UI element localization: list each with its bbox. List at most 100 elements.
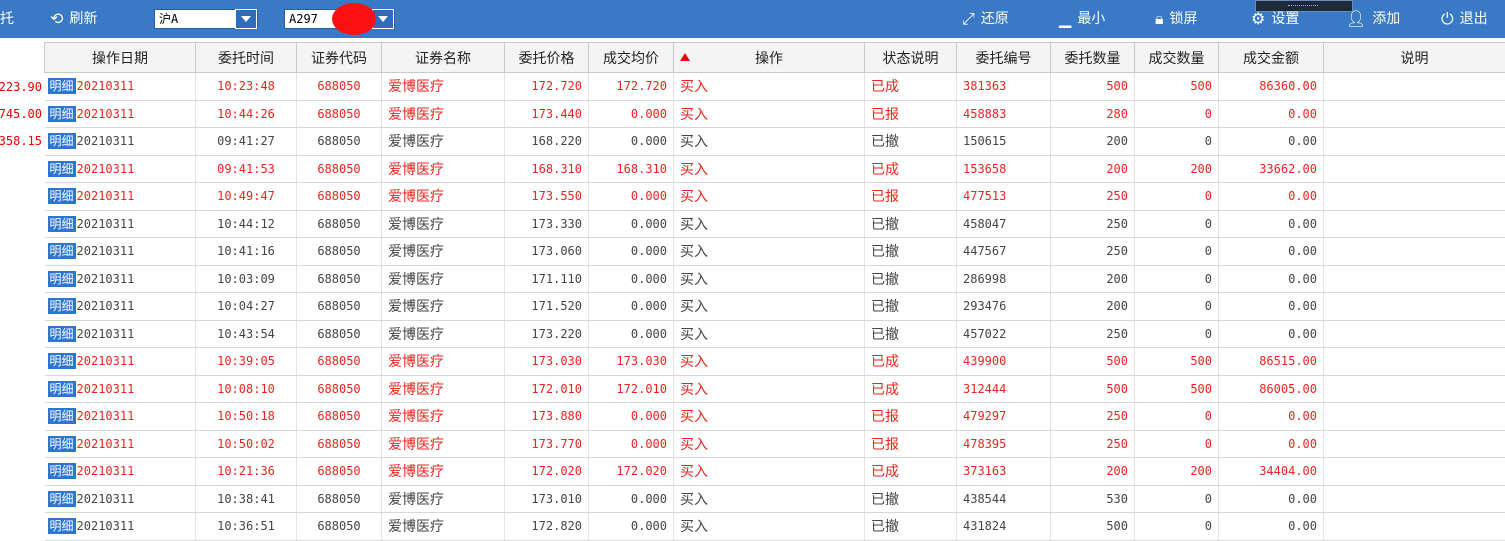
minimize-button[interactable]: ▁最小 bbox=[1059, 0, 1105, 38]
detail-button[interactable]: 明细 bbox=[48, 353, 76, 369]
column-header[interactable]: 委托编号 bbox=[957, 43, 1051, 73]
column-header[interactable]: 委托数量 bbox=[1051, 43, 1135, 73]
column-header[interactable]: 操作日期 bbox=[45, 43, 196, 73]
deal-quantity: 0 bbox=[1135, 210, 1219, 238]
security-code: 688050 bbox=[297, 375, 382, 403]
add-button[interactable]: 👤︎添加 bbox=[1346, 0, 1400, 38]
refresh-button[interactable]: ⟲刷新 bbox=[50, 0, 97, 38]
table-row[interactable]: 明细2021031110:39:05688050爱博医疗173.030173.0… bbox=[45, 348, 1505, 376]
chevron-down-icon[interactable] bbox=[235, 9, 257, 29]
order-time: 10:38:41 bbox=[196, 485, 297, 513]
deal-amount: 0.00 bbox=[1219, 320, 1324, 348]
order-number: 457022 bbox=[957, 320, 1051, 348]
order-price: 173.770 bbox=[505, 430, 589, 458]
column-header[interactable]: 成交金额 bbox=[1219, 43, 1324, 73]
left-value: 745.00 bbox=[0, 107, 42, 121]
column-header[interactable]: 委托价格 bbox=[505, 43, 589, 73]
lock-screen-button[interactable]: 🔒︎锁屏 bbox=[1155, 0, 1198, 38]
average-price: 0.000 bbox=[589, 293, 674, 321]
table-row[interactable]: 明细2021031110:43:54688050爱博医疗173.2200.000… bbox=[45, 320, 1505, 348]
table-row[interactable]: 明细2021031110:21:36688050爱博医疗172.020172.0… bbox=[45, 458, 1505, 486]
security-name: 爱博医疗 bbox=[382, 293, 505, 321]
order-time: 10:43:54 bbox=[196, 320, 297, 348]
table-row[interactable]: 明细2021031110:50:02688050爱博医疗173.7700.000… bbox=[45, 430, 1505, 458]
detail-button[interactable]: 明细 bbox=[48, 518, 76, 534]
operation: 买入 bbox=[674, 485, 865, 513]
detail-button[interactable]: 明细 bbox=[48, 326, 76, 342]
market-select[interactable]: 沪A bbox=[154, 9, 258, 29]
table-row[interactable]: 明细2021031110:49:47688050爱博医疗173.5500.000… bbox=[45, 183, 1505, 211]
exit-button[interactable]: ⏻退出 bbox=[1441, 0, 1488, 38]
detail-button[interactable]: 明细 bbox=[48, 243, 76, 259]
table-row[interactable]: 明细2021031110:38:41688050爱博医疗173.0100.000… bbox=[45, 485, 1505, 513]
order-time: 10:23:48 bbox=[196, 73, 297, 101]
detail-button[interactable]: 明细 bbox=[48, 298, 76, 314]
settings-button[interactable]: ⚙设置 bbox=[1251, 0, 1299, 38]
orders-table: 操作日期 委托时间 证券代码 证券名称 委托价格 成交均价 操作 状态说明 委托… bbox=[44, 42, 1505, 541]
order-number: 381363 bbox=[957, 73, 1051, 101]
order-date: 20210311 bbox=[77, 189, 135, 203]
remark bbox=[1324, 265, 1505, 293]
column-header[interactable]: 说明 bbox=[1324, 43, 1505, 73]
detail-button[interactable]: 明细 bbox=[48, 106, 76, 122]
order-price: 172.010 bbox=[505, 375, 589, 403]
order-date-cell: 明细20210311 bbox=[45, 238, 196, 266]
detail-button[interactable]: 明细 bbox=[48, 161, 76, 177]
column-header[interactable]: 证券名称 bbox=[382, 43, 505, 73]
security-name: 爱博医疗 bbox=[382, 73, 505, 101]
power-icon: ⏻ bbox=[1441, 0, 1454, 38]
security-name: 爱博医疗 bbox=[382, 458, 505, 486]
detail-button[interactable]: 明细 bbox=[48, 381, 76, 397]
column-header-sorted[interactable]: 操作 bbox=[674, 43, 865, 73]
detail-button[interactable]: 明细 bbox=[48, 188, 76, 204]
detail-button[interactable]: 明细 bbox=[48, 408, 76, 424]
remark bbox=[1324, 183, 1505, 211]
order-date-cell: 明细20210311 bbox=[45, 73, 196, 101]
column-header[interactable]: 委托时间 bbox=[196, 43, 297, 73]
column-header[interactable]: 成交均价 bbox=[589, 43, 674, 73]
deal-quantity: 0 bbox=[1135, 238, 1219, 266]
table-row[interactable]: 明细2021031110:08:10688050爱博医疗172.010172.0… bbox=[45, 375, 1505, 403]
security-name: 爱博医疗 bbox=[382, 320, 505, 348]
security-name: 爱博医疗 bbox=[382, 100, 505, 128]
order-time: 10:49:47 bbox=[196, 183, 297, 211]
table-row[interactable]: 明细2021031110:41:16688050爱博医疗173.0600.000… bbox=[45, 238, 1505, 266]
deal-quantity: 500 bbox=[1135, 348, 1219, 376]
deal-quantity: 500 bbox=[1135, 73, 1219, 101]
security-code: 688050 bbox=[297, 100, 382, 128]
detail-button[interactable]: 明细 bbox=[48, 133, 76, 149]
column-header[interactable]: 状态说明 bbox=[865, 43, 957, 73]
table-row[interactable]: 明细2021031110:44:26688050爱博医疗173.4400.000… bbox=[45, 100, 1505, 128]
detail-button[interactable]: 明细 bbox=[48, 491, 76, 507]
order-price: 173.220 bbox=[505, 320, 589, 348]
status: 已撤 bbox=[865, 320, 957, 348]
detail-button[interactable]: 明细 bbox=[48, 78, 76, 94]
security-code: 688050 bbox=[297, 320, 382, 348]
deal-quantity: 0 bbox=[1135, 183, 1219, 211]
detail-button[interactable]: 明细 bbox=[48, 463, 76, 479]
detail-button[interactable]: 明细 bbox=[48, 216, 76, 232]
add-label: 添加 bbox=[1372, 11, 1400, 27]
table-row[interactable]: 明细2021031109:41:53688050爱博医疗168.310168.3… bbox=[45, 155, 1505, 183]
column-header[interactable]: 证券代码 bbox=[297, 43, 382, 73]
remark bbox=[1324, 320, 1505, 348]
table-row[interactable]: 明细2021031110:04:27688050爱博医疗171.5200.000… bbox=[45, 293, 1505, 321]
operation: 买入 bbox=[674, 100, 865, 128]
table-row[interactable]: 明细2021031110:50:18688050爱博医疗173.8800.000… bbox=[45, 403, 1505, 431]
average-price: 0.000 bbox=[589, 238, 674, 266]
operation: 买入 bbox=[674, 265, 865, 293]
toolbar-partial-label[interactable]: 托 bbox=[0, 0, 14, 38]
table-row[interactable]: 明细2021031110:23:48688050爱博医疗172.720172.7… bbox=[45, 73, 1505, 101]
average-price: 0.000 bbox=[589, 265, 674, 293]
detail-button[interactable]: 明细 bbox=[48, 436, 76, 452]
order-date: 20210311 bbox=[77, 492, 135, 506]
table-row[interactable]: 明细2021031110:03:09688050爱博医疗171.1100.000… bbox=[45, 265, 1505, 293]
minimize-icon: ▁ bbox=[1059, 0, 1071, 38]
detail-button[interactable]: 明细 bbox=[48, 271, 76, 287]
column-header[interactable]: 成交数量 bbox=[1135, 43, 1219, 73]
restore-button[interactable]: ⤢还原 bbox=[962, 0, 1009, 38]
market-select-value: 沪A bbox=[159, 10, 178, 28]
table-row[interactable]: 明细2021031109:41:27688050爱博医疗168.2200.000… bbox=[45, 128, 1505, 156]
table-row[interactable]: 明细2021031110:44:12688050爱博医疗173.3300.000… bbox=[45, 210, 1505, 238]
order-quantity: 200 bbox=[1051, 128, 1135, 156]
